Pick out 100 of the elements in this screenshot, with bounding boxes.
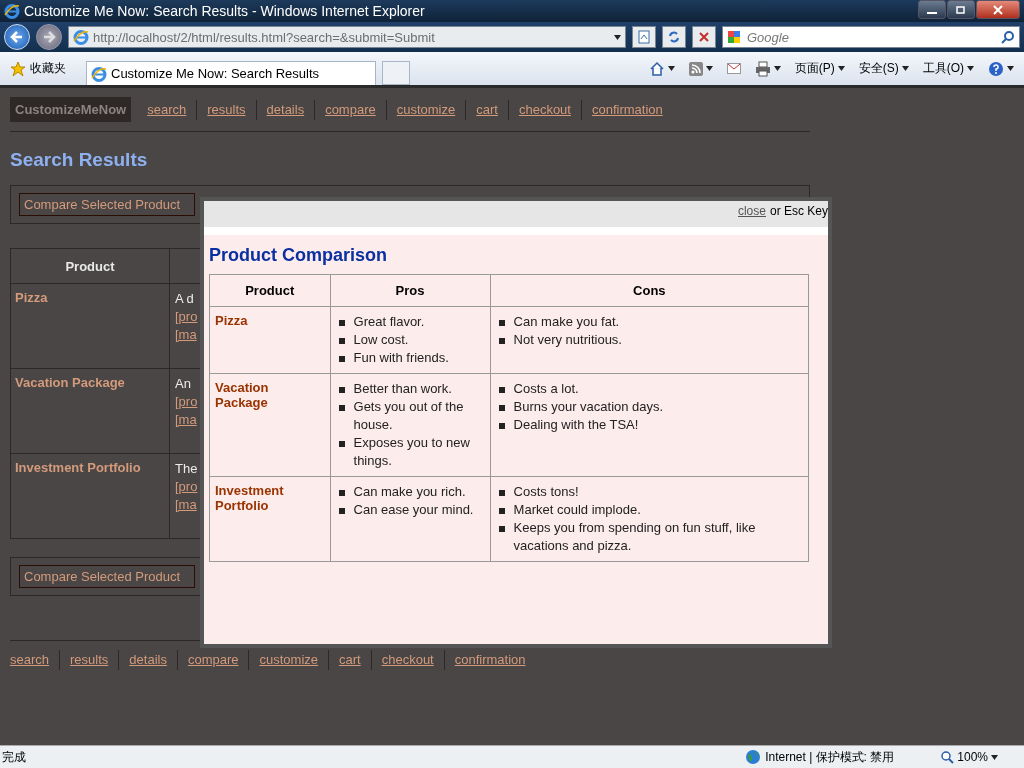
back-button[interactable]: [4, 24, 30, 50]
close-icon: [993, 4, 1003, 15]
product-link[interactable]: [ma: [175, 497, 197, 512]
zoom-button[interactable]: 100%: [934, 749, 1004, 765]
pro-item: Fun with friends.: [338, 349, 485, 367]
pro-item: Great flavor.: [338, 313, 485, 331]
minimize-button[interactable]: [918, 0, 946, 19]
pro-item: Low cost.: [338, 331, 485, 349]
product-description: An: [175, 376, 191, 391]
browser-logo-icon: [4, 3, 20, 19]
tab-icon: [91, 65, 107, 82]
browser-tab[interactable]: Customize Me Now: Search Results: [86, 61, 376, 85]
nav-link[interactable]: details: [255, 99, 315, 120]
product-name: Pizza: [15, 290, 48, 305]
home-icon: [648, 60, 665, 77]
footer-link[interactable]: results: [59, 650, 119, 670]
compare-button[interactable]: Compare Selected Product: [19, 193, 195, 216]
stop-button[interactable]: [692, 26, 716, 48]
con-item: Costs a lot.: [498, 380, 803, 398]
help-icon: [988, 60, 1004, 77]
page-heading: Search Results: [10, 149, 149, 171]
caret-icon: [837, 66, 845, 71]
product-link[interactable]: [ma: [175, 327, 197, 342]
close-hint: or Esc Key: [769, 204, 828, 218]
product-name: Pizza: [215, 313, 248, 328]
close-button[interactable]: [976, 0, 1020, 19]
stop-icon: [698, 31, 710, 43]
product-link[interactable]: [pro: [175, 479, 198, 494]
site-logo: CustomizeMeNow: [10, 97, 132, 122]
refresh-button[interactable]: [662, 26, 686, 48]
pro-item: Exposes you to new things.: [338, 434, 485, 470]
product-link[interactable]: [pro: [175, 394, 198, 409]
caret-icon: [1007, 66, 1014, 71]
product-name: Vacation Package: [15, 375, 125, 390]
nav-link[interactable]: search: [137, 99, 197, 120]
globe-icon: [745, 749, 762, 765]
product-name: Investment Portfolio: [215, 483, 284, 513]
pro-item: Better than work.: [338, 380, 485, 398]
menu-button[interactable]: 页面(P): [790, 60, 849, 77]
nav-link[interactable]: checkout: [507, 99, 581, 120]
search-box[interactable]: Google: [722, 26, 1020, 48]
caret-icon: [705, 66, 713, 71]
window-title: Customize Me Now: Search Results - Windows Internet Explorer: [24, 3, 426, 19]
refresh-icon: [667, 30, 681, 44]
pro-item: Gets you out of the house.: [338, 398, 485, 434]
pro-item: Can ease your mind.: [338, 501, 485, 519]
caret-icon: [967, 66, 974, 71]
nav-link[interactable]: cart: [465, 99, 508, 120]
nav-link[interactable]: confirmation: [580, 99, 673, 120]
restore-icon: [956, 5, 966, 14]
con-item: Burns your vacation days.: [498, 398, 803, 416]
product-link[interactable]: [pro: [175, 309, 198, 324]
footer-link[interactable]: customize: [248, 650, 328, 670]
search-icon[interactable]: [1001, 30, 1015, 44]
favorites-button[interactable]: 收藏夹: [6, 58, 70, 79]
close-link[interactable]: close: [737, 204, 766, 218]
con-item: Not very nutritious.: [498, 331, 803, 349]
page-icon: [73, 29, 89, 45]
pro-item: Can make you rich.: [338, 483, 485, 501]
con-item: Market could implode.: [498, 501, 803, 519]
address-bar[interactable]: http://localhost/2/html/results.html?search=&submit=Submit: [68, 26, 626, 48]
footer-link[interactable]: checkout: [370, 650, 444, 670]
restore-button[interactable]: [947, 0, 975, 19]
search-field[interactable]: Google: [745, 28, 997, 46]
column-header: Product: [10, 248, 170, 284]
nav-link[interactable]: compare: [314, 99, 386, 120]
star-icon: [10, 60, 26, 77]
footer-link[interactable]: search: [10, 650, 60, 670]
dialog-title: Product Comparison: [209, 245, 388, 266]
forward-button[interactable]: [36, 24, 62, 50]
caret-icon: [614, 34, 621, 40]
footer-link[interactable]: compare: [176, 650, 249, 670]
con-item: Keeps you from spending on fun stuff, like vacations and pizza.: [498, 519, 803, 555]
caret-icon: [991, 754, 998, 760]
product-description: A d: [175, 291, 194, 306]
security-zone: Internet | 保护模式: 禁用: [765, 748, 895, 766]
color-squares-icon: [727, 30, 741, 44]
column-header: Pros: [330, 274, 491, 307]
feed-icon: [688, 61, 703, 76]
status-text: 完成: [1, 748, 27, 766]
minimize-icon: [927, 11, 937, 14]
page-icon: [637, 30, 651, 44]
caret-icon: [667, 66, 675, 71]
product-link[interactable]: [ma: [175, 412, 197, 427]
magnifier-icon: [940, 750, 955, 764]
product-description: The: [175, 461, 198, 476]
menu-button[interactable]: 安全(S): [854, 60, 913, 77]
footer-link[interactable]: details: [118, 650, 177, 670]
compare-button[interactable]: Compare Selected Product: [19, 565, 195, 588]
caret-icon: [773, 66, 781, 71]
envelope-icon: [726, 63, 741, 74]
footer-link[interactable]: cart: [328, 650, 371, 670]
compatibility-button[interactable]: [632, 26, 656, 48]
nav-link[interactable]: customize: [385, 99, 466, 120]
con-item: Dealing with the TSA!: [498, 416, 803, 434]
nav-link[interactable]: results: [196, 99, 256, 120]
menu-button[interactable]: 工具(O): [918, 60, 978, 77]
footer-link[interactable]: confirmation: [443, 650, 536, 670]
caret-icon: [901, 66, 909, 71]
column-header: Product: [209, 274, 331, 307]
